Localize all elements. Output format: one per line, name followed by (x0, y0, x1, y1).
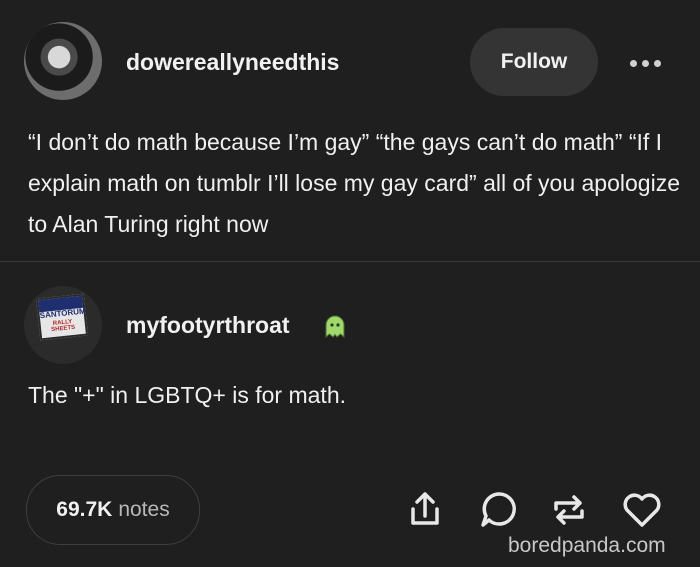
reblogger-avatar[interactable]: SANTORUM RALLY SHEETS (24, 286, 102, 364)
more-icon (629, 59, 637, 67)
reblogger-username[interactable]: myfootyrthroat (126, 312, 290, 339)
like-icon[interactable] (620, 489, 664, 531)
original-post-header: dowereallyneedthis Follow (0, 0, 700, 130)
original-poster-avatar[interactable] (24, 22, 102, 100)
reblog-text: The "+" in LGBTQ+ is for math. (28, 382, 347, 408)
more-icon-dot (653, 59, 661, 67)
notes-button[interactable]: 69.7K notes (26, 475, 200, 545)
reblog-icon[interactable] (548, 489, 590, 531)
original-poster-username[interactable]: dowereallyneedthis (126, 49, 339, 76)
ghost-badge-icon (325, 315, 345, 339)
notes-label: notes (118, 498, 170, 521)
original-post-text: “I don’t do math because I’m gay” “the g… (28, 129, 680, 237)
follow-button[interactable]: Follow (470, 28, 598, 96)
avatar-sign: SANTORUM RALLY SHEETS (35, 293, 89, 341)
reblog-divider (0, 261, 700, 262)
more-options-button[interactable] (620, 48, 670, 78)
more-icon-dot (641, 59, 649, 67)
watermark: boredpanda.com (508, 534, 666, 557)
notes-count: 69.7K (56, 498, 113, 521)
reply-icon[interactable] (478, 489, 520, 531)
share-icon[interactable] (405, 489, 445, 529)
avatar-sign-subtext: RALLY SHEETS (50, 318, 76, 334)
